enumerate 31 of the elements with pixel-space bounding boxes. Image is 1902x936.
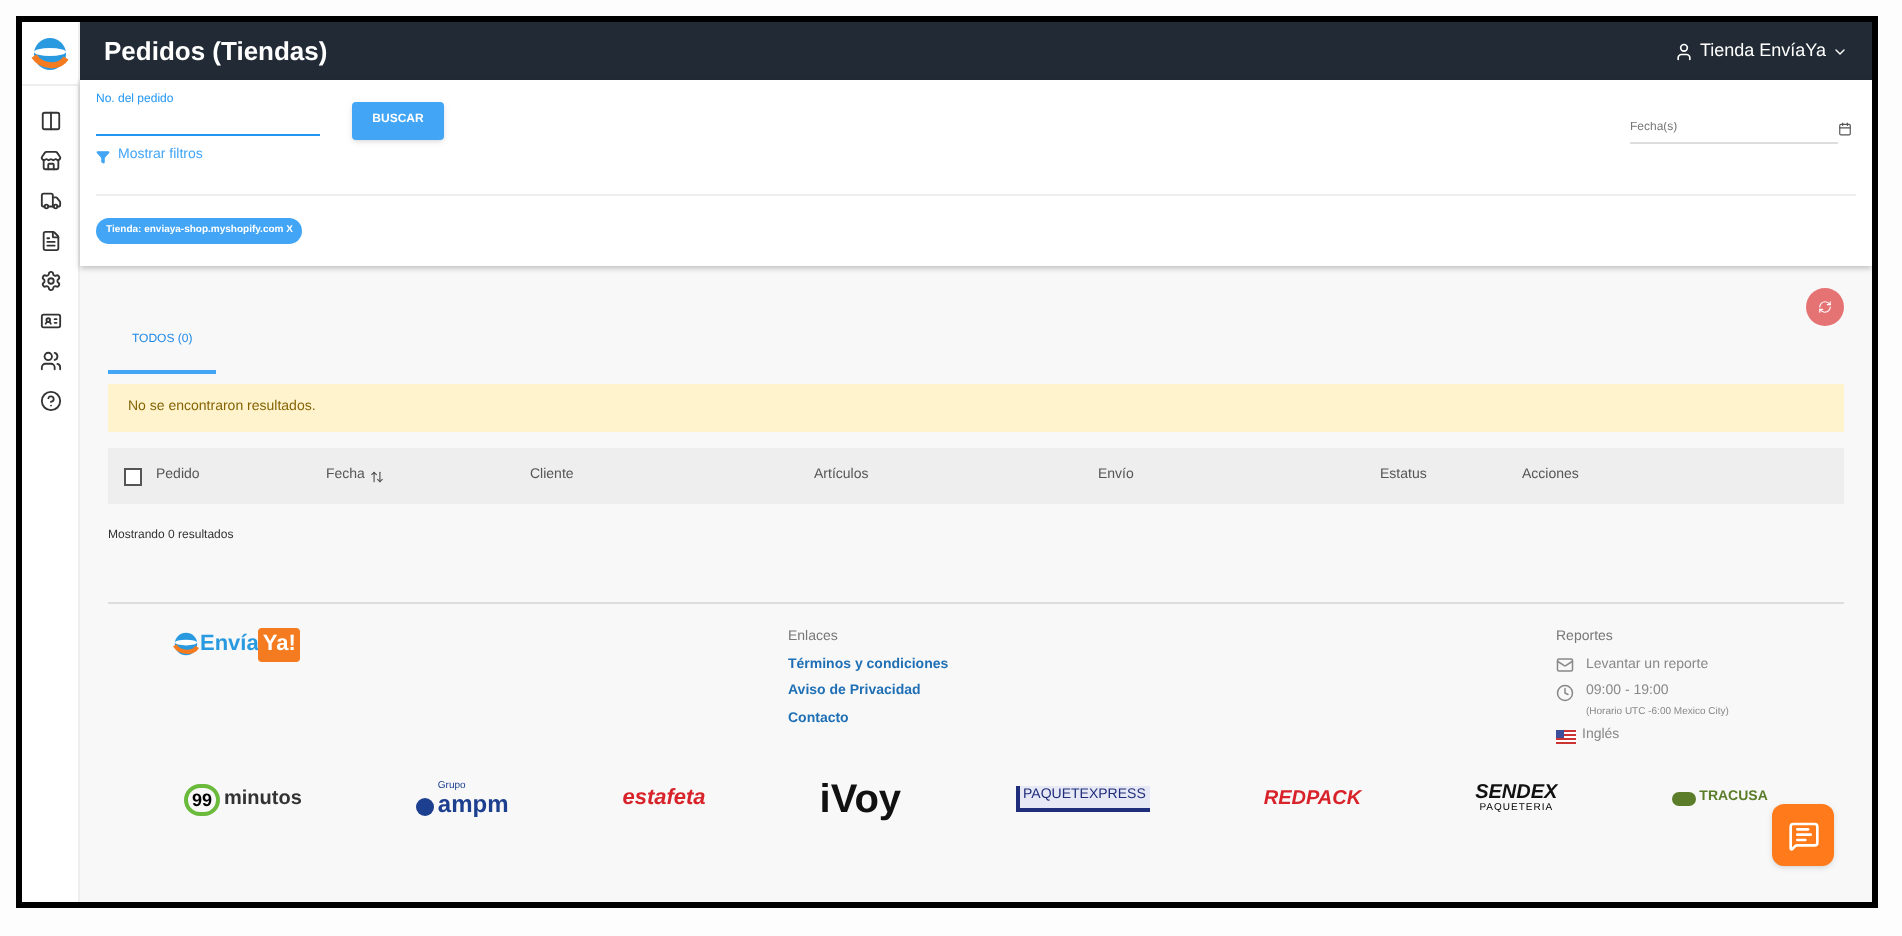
refresh-icon [1818, 300, 1832, 314]
filter-icon [96, 149, 110, 164]
carrier-logo: SENDEX [1475, 784, 1558, 804]
refresh-button[interactable] [1806, 288, 1844, 326]
document-icon[interactable] [39, 230, 61, 252]
user-icon [1673, 41, 1694, 61]
store-icon[interactable] [39, 150, 61, 172]
id-card-icon[interactable] [39, 310, 61, 332]
carrier-logo: estafeta [622, 784, 706, 815]
carrier-logo: REDPACK [1263, 786, 1362, 814]
calendar-icon[interactable] [1838, 121, 1852, 135]
help-icon[interactable] [39, 390, 61, 412]
carrier-logo: ampm [437, 792, 509, 816]
truck-icon[interactable] [39, 190, 61, 212]
chat-button[interactable] [1772, 804, 1834, 866]
settings-icon[interactable] [39, 270, 61, 292]
clock-icon [1556, 683, 1574, 702]
flag-icon [1556, 729, 1576, 744]
chat-icon [1787, 819, 1819, 851]
users-icon[interactable] [39, 350, 61, 372]
mail-icon [1556, 656, 1574, 675]
sort-icon[interactable] [370, 469, 385, 483]
user-menu[interactable]: Tienda EnvíaYa [1673, 37, 1848, 65]
envia-ya-logo: Envía Ya! [172, 628, 788, 661]
page-title: Pedidos (Tiendas) [104, 33, 328, 70]
globe-logo-icon [30, 33, 70, 73]
carrier-logo: minutos [224, 786, 302, 814]
carrier-logo: iVoy [819, 779, 902, 819]
carrier-logo-badge: 99 [184, 783, 221, 815]
checkbox[interactable] [124, 467, 142, 485]
columns-icon[interactable] [39, 110, 61, 132]
